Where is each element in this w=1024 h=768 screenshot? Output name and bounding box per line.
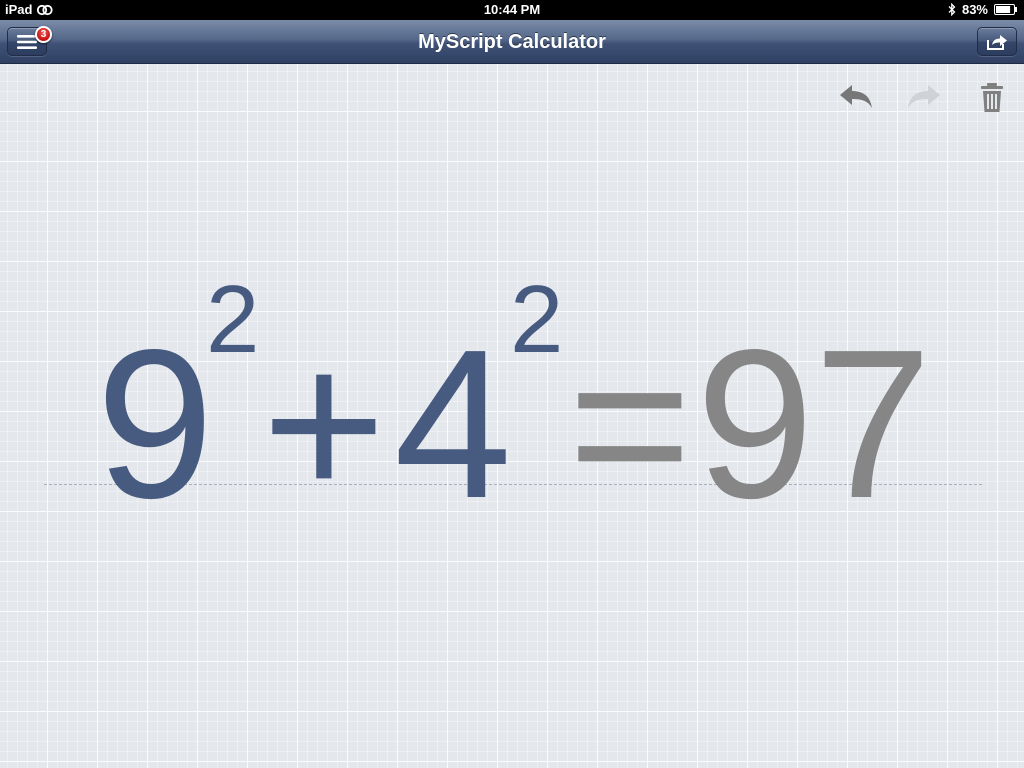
nav-bar: MyScript Calculator (0, 20, 1024, 64)
undo-button[interactable] (836, 80, 876, 116)
clear-button[interactable] (976, 80, 1008, 116)
battery-icon (994, 4, 1018, 15)
undo-arrow-icon (840, 85, 872, 108)
expression-base-2[interactable]: 4 (394, 318, 512, 530)
redo-arrow-icon (908, 85, 940, 108)
battery-percent: 83% (961, 2, 988, 17)
status-bar: iPad 10:44 PM 83% (0, 0, 1024, 20)
clock: 10:44 PM (483, 2, 541, 17)
redo-button[interactable] (904, 80, 944, 116)
bluetooth-icon (948, 3, 956, 16)
trash-icon (981, 83, 1003, 112)
result-value: 97 (696, 305, 932, 542)
notification-badge: 3 (35, 26, 52, 43)
share-button[interactable] (977, 27, 1017, 56)
status-right: 83% (948, 2, 1018, 17)
equals-sign: = (568, 305, 692, 542)
app-title: MyScript Calculator (418, 31, 606, 53)
expression-base-1[interactable]: 9 (96, 318, 214, 530)
expression-exponent-1[interactable]: 2 (206, 272, 259, 368)
expression-exponent-2[interactable]: 2 (510, 272, 563, 368)
share-icon (987, 34, 1007, 50)
expression-plus[interactable]: + (262, 318, 386, 530)
